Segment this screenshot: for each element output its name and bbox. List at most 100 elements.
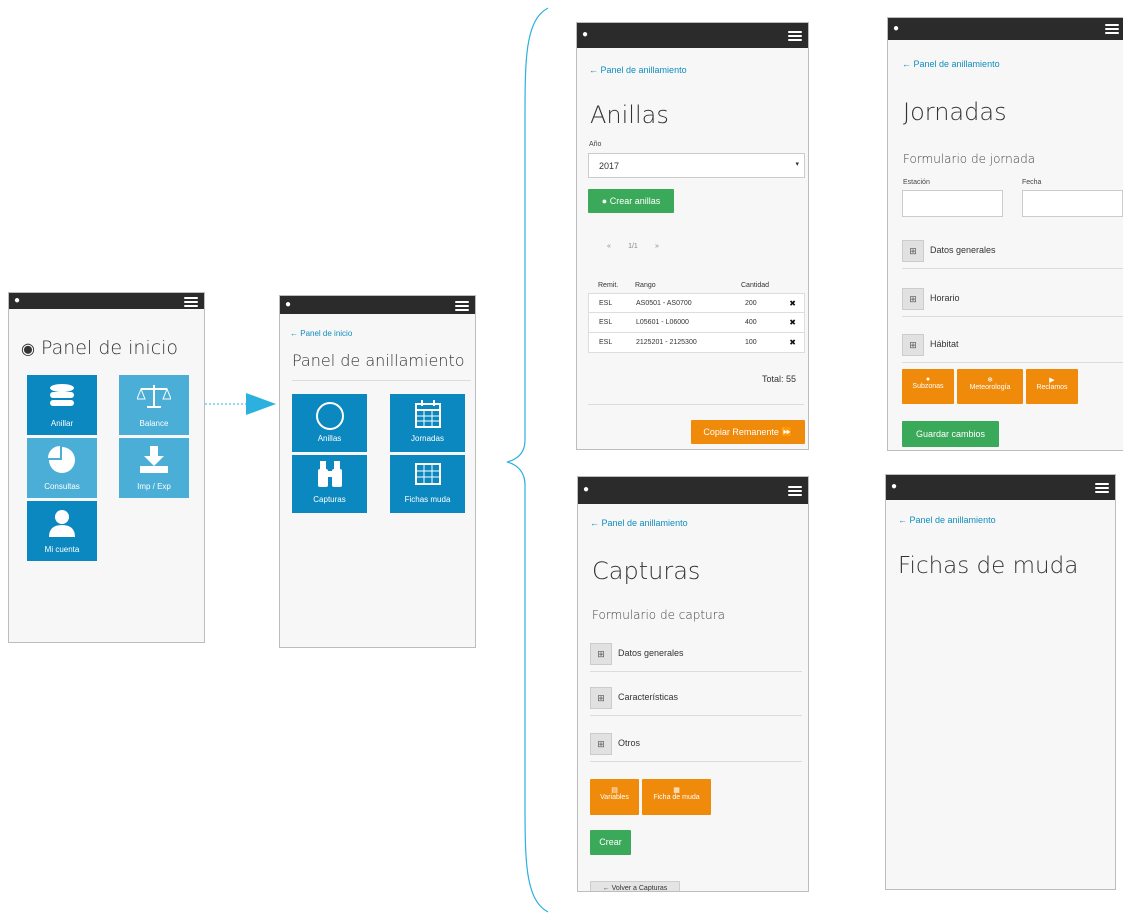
- tile-jornadas[interactable]: Jornadas: [390, 394, 465, 452]
- page-title: Capturas: [592, 557, 701, 585]
- table-row: ESL AS0501 - AS0700 200 ✖: [588, 293, 805, 313]
- rings-table: Remit. Rango Cantidad ESL AS0501 - AS0700…: [588, 279, 805, 353]
- pagination: « 1/1 »: [599, 243, 667, 250]
- tile-anillas[interactable]: Anillas: [292, 394, 367, 452]
- dashboard-logo-icon: ●: [891, 481, 898, 492]
- divider: [588, 404, 804, 405]
- form-title: Formulario de captura: [592, 608, 725, 622]
- tile-label: Capturas: [313, 495, 346, 504]
- tile-mi-cuenta[interactable]: Mi cuenta: [27, 501, 97, 561]
- tile-anillar[interactable]: Anillar: [27, 375, 97, 435]
- column-header: Cantidad: [741, 282, 770, 289]
- plus-circle-icon: ●: [601, 196, 608, 206]
- tile-consultas[interactable]: Consultas: [27, 438, 97, 498]
- brace: [506, 7, 549, 913]
- date-label: Fecha: [1022, 179, 1042, 186]
- expand-icon: ⊞: [590, 733, 612, 755]
- screen-fichas: ● ← Panel de anillamiento Fichas de muda: [885, 474, 1116, 890]
- screen-home: ● ◉ Panel de inicio Anillar Balance Cons…: [8, 292, 205, 643]
- circle-icon: [315, 402, 344, 430]
- top-bar: ●: [888, 18, 1123, 40]
- dashboard-logo-icon: ●: [285, 299, 292, 310]
- section-datos-generales[interactable]: ⊞ Datos generales: [590, 643, 802, 672]
- section-label: Horario: [930, 293, 960, 303]
- tile-fichas-muda[interactable]: Fichas muda: [390, 455, 465, 513]
- section-label: Datos generales: [618, 648, 684, 658]
- table-row: ESL 2125201 - 2125300 100 ✖: [588, 333, 805, 353]
- year-value: 2017: [599, 161, 620, 171]
- back-to-captures-button[interactable]: ← Volver a Capturas: [590, 881, 680, 891]
- table-cell: ESL: [599, 300, 613, 307]
- section-label: Datos generales: [930, 245, 996, 255]
- expand-icon: ⊞: [590, 687, 612, 709]
- tile-label: Fichas muda: [404, 495, 451, 504]
- tile-imp-exp[interactable]: Imp / Exp: [119, 438, 189, 498]
- menu-icon[interactable]: [1095, 481, 1109, 493]
- delete-icon[interactable]: ✖: [789, 338, 796, 347]
- station-input[interactable]: [902, 190, 1003, 217]
- dashboard-logo-icon: ●: [582, 29, 589, 40]
- ficha-de-muda-button[interactable]: ▦ Ficha de muda: [642, 779, 711, 815]
- tile-label: Imp / Exp: [137, 482, 171, 491]
- section-datos-generales[interactable]: ⊞ Datos generales: [902, 240, 1123, 269]
- dashboard-icon: ◉: [21, 339, 35, 358]
- screen-capturas: ● ← Panel de anillamiento Capturas Formu…: [577, 476, 809, 892]
- page-title: Anillas: [590, 101, 669, 129]
- page-title: ◉ Panel de inicio: [21, 337, 179, 359]
- delete-icon[interactable]: ✖: [789, 318, 796, 327]
- back-link[interactable]: ← Panel de inicio: [290, 329, 352, 338]
- meteorologia-button[interactable]: ❄ Meteorología: [957, 369, 1023, 404]
- grid-icon: ▦: [673, 787, 680, 794]
- column-header: Remit.: [598, 282, 619, 289]
- delete-icon[interactable]: ✖: [789, 299, 796, 308]
- menu-icon[interactable]: [788, 29, 802, 41]
- section-habitat[interactable]: ⊞ Hábitat: [902, 334, 1123, 363]
- year-select[interactable]: 2017 ▾: [588, 153, 805, 178]
- table-cell: 400: [745, 319, 757, 326]
- back-link[interactable]: ← Panel de anillamiento: [898, 515, 996, 525]
- section-otros[interactable]: ⊞ Otros: [590, 733, 802, 762]
- save-changes-button[interactable]: Guardar cambios: [902, 421, 999, 447]
- tile-capturas[interactable]: Capturas: [292, 455, 367, 513]
- dashboard-logo-icon: ●: [893, 23, 900, 34]
- dashboard-logo-icon: ●: [583, 484, 590, 495]
- reclamos-button[interactable]: ▶ Reclamos: [1026, 369, 1078, 404]
- date-input[interactable]: [1022, 190, 1123, 217]
- database-icon: [50, 384, 74, 406]
- table-cell: AS0501 - AS0700: [636, 300, 692, 307]
- tile-balance[interactable]: Balance: [119, 375, 189, 435]
- menu-icon[interactable]: [455, 299, 469, 311]
- menu-icon[interactable]: [788, 484, 802, 496]
- tile-label: Mi cuenta: [44, 545, 80, 554]
- section-caracteristicas[interactable]: ⊞ Características: [590, 687, 802, 716]
- section-label: Otros: [618, 738, 641, 748]
- total-label: Total: 55: [761, 374, 796, 384]
- table-row: ESL L05601 - L06000 400 ✖: [588, 313, 805, 333]
- create-rings-button[interactable]: ● Crear anillas: [588, 189, 674, 213]
- section-horario[interactable]: ⊞ Horario: [902, 288, 1123, 317]
- station-label: Estación: [903, 179, 930, 186]
- page-indicator: 1/1: [628, 243, 638, 250]
- back-link[interactable]: ← Panel de anillamiento: [902, 59, 1000, 69]
- next-page-button[interactable]: »: [647, 243, 667, 250]
- top-bar: ●: [886, 475, 1115, 500]
- menu-icon[interactable]: [1105, 22, 1119, 34]
- back-link[interactable]: ← Panel de anillamiento: [590, 518, 688, 528]
- snowflake-icon: ❄: [987, 377, 993, 384]
- create-button[interactable]: Crear: [590, 830, 631, 855]
- expand-icon: ⊞: [902, 288, 924, 310]
- prev-page-button[interactable]: «: [599, 243, 619, 250]
- tile-label: Balance: [139, 419, 169, 428]
- copy-remaining-button[interactable]: Copiar Remanente ⏩: [691, 420, 805, 444]
- speaker-icon: ▶: [1049, 377, 1055, 384]
- back-link[interactable]: ← Panel de anillamiento: [589, 65, 687, 75]
- tile-label: Anillas: [317, 434, 342, 443]
- menu-icon[interactable]: [184, 295, 198, 307]
- variables-button[interactable]: ▤ Variables: [590, 779, 639, 815]
- dashboard-logo-icon: ●: [14, 295, 21, 306]
- tile-label: Anillar: [50, 419, 74, 428]
- subzonas-button[interactable]: ● Subzonas: [902, 369, 954, 404]
- pie-chart-icon: [48, 446, 75, 473]
- tile-label: Jornadas: [411, 434, 444, 443]
- list-icon: ▤: [611, 787, 618, 794]
